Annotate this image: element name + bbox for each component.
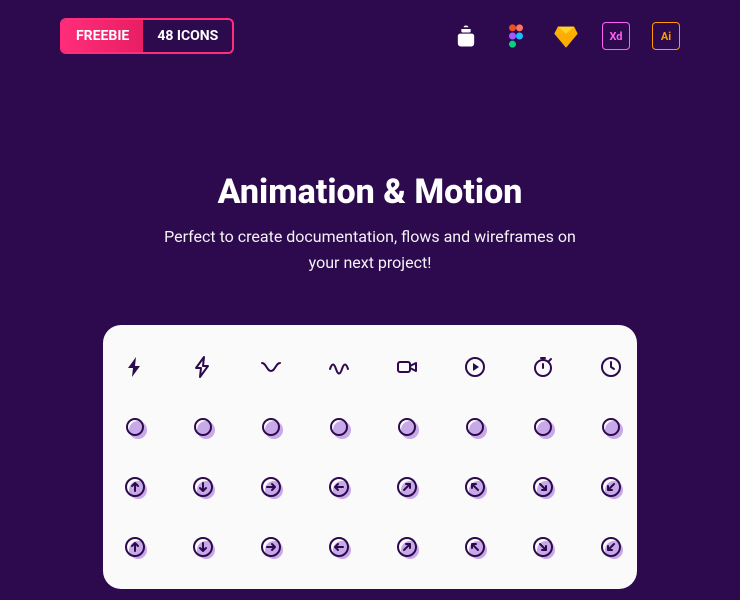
arrow-circle-right-icon <box>259 475 283 499</box>
circle-icon <box>531 415 555 439</box>
badge-count: 48 ICONS <box>143 20 232 52</box>
icon-card <box>103 325 637 589</box>
app-icons: Xd Ai <box>452 22 680 50</box>
arrow-circle-se-icon <box>531 535 555 559</box>
arrow-circle-sw-icon <box>599 535 623 559</box>
arrow-circle-nw-icon <box>463 535 487 559</box>
arrow-circle-left-icon <box>327 535 351 559</box>
figma-icon <box>502 22 530 50</box>
sketch-icon <box>552 22 580 50</box>
arrow-circle-down-icon <box>191 535 215 559</box>
arrow-circle-down-icon <box>191 475 215 499</box>
adobe-xd-icon: Xd <box>602 22 630 50</box>
arrow-circle-up-icon <box>123 475 147 499</box>
arrow-circle-ne-icon <box>395 475 419 499</box>
freebie-badge: FREEBIE 48 ICONS <box>60 18 234 54</box>
stopwatch-icon <box>531 355 555 379</box>
arrow-circle-se-icon <box>531 475 555 499</box>
clock-icon <box>599 355 623 379</box>
page-title: Animation & Motion <box>20 172 720 212</box>
iconjar-icon <box>452 22 480 50</box>
arrow-circle-sw-icon <box>599 475 623 499</box>
arrow-circle-ne-icon <box>395 535 419 559</box>
ease-curve-icon <box>259 355 283 379</box>
page-subtitle: Perfect to create documentation, flows a… <box>160 224 580 275</box>
circle-icon <box>259 415 283 439</box>
bounce-curve-icon <box>327 355 351 379</box>
play-circle-icon <box>463 355 487 379</box>
arrow-circle-right-icon <box>259 535 283 559</box>
arrow-circle-left-icon <box>327 475 351 499</box>
circle-icon <box>123 415 147 439</box>
circle-icon <box>327 415 351 439</box>
lightning-outline-icon <box>191 355 215 379</box>
circle-icon <box>191 415 215 439</box>
video-icon <box>395 355 419 379</box>
icon-grid <box>123 355 617 559</box>
arrow-circle-up-icon <box>123 535 147 559</box>
hero: Animation & Motion Perfect to create doc… <box>0 72 740 325</box>
badge-freebie: FREEBIE <box>62 20 143 52</box>
circle-icon <box>599 415 623 439</box>
arrow-circle-nw-icon <box>463 475 487 499</box>
adobe-ai-icon: Ai <box>652 22 680 50</box>
lightning-fill-icon <box>123 355 147 379</box>
header: FREEBIE 48 ICONS Xd Ai <box>0 0 740 72</box>
circle-icon <box>463 415 487 439</box>
circle-icon <box>395 415 419 439</box>
